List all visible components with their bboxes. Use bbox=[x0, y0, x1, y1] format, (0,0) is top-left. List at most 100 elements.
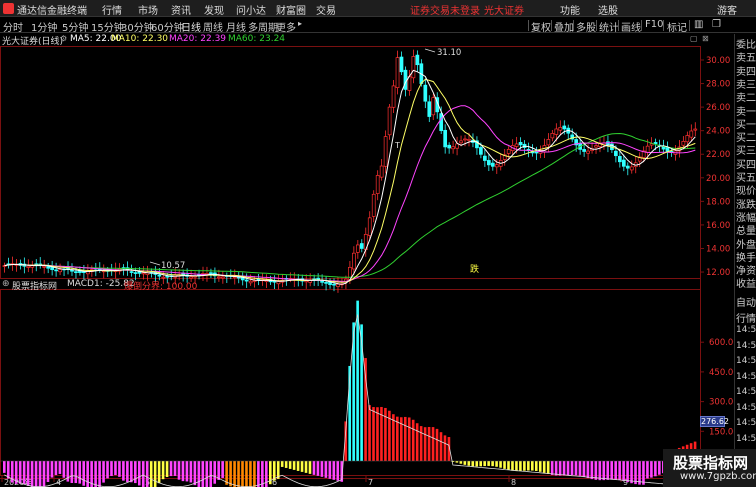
menu-stock-select[interactable]: 选股 bbox=[598, 2, 618, 17]
histogram-bar bbox=[50, 461, 54, 478]
tool-draw-line[interactable]: 画线 bbox=[621, 19, 641, 34]
histogram-bar bbox=[364, 358, 367, 461]
side-time-label: 自动 bbox=[736, 298, 756, 309]
histogram-bar bbox=[157, 461, 161, 484]
toolbar-divider bbox=[528, 20, 529, 31]
tool-adjust[interactable]: 复权 bbox=[531, 19, 551, 34]
high-marker-arrow bbox=[424, 48, 436, 53]
app-title: 通达信金融终端 bbox=[17, 6, 87, 17]
layout-icon[interactable]: ▥ bbox=[694, 19, 703, 30]
side-time-label: 14:56 bbox=[736, 433, 756, 444]
histogram-bar bbox=[118, 461, 121, 477]
settings-icon[interactable]: ⚙ bbox=[60, 34, 67, 43]
period-multi[interactable]: 多周期 bbox=[248, 19, 278, 34]
side-time-label: 14:56 bbox=[736, 371, 756, 382]
menu-quotes[interactable]: 行情 bbox=[102, 2, 122, 17]
histogram-bar bbox=[511, 461, 514, 471]
menu-news[interactable]: 资讯 bbox=[171, 2, 191, 17]
toolbar-divider bbox=[551, 20, 552, 31]
histogram-bar bbox=[316, 461, 320, 476]
histogram-bar bbox=[550, 461, 554, 475]
tool-statistics[interactable]: 统计 bbox=[599, 19, 619, 34]
candle-body bbox=[352, 252, 356, 270]
histogram-bar bbox=[487, 461, 490, 466]
menu-discover[interactable]: 发现 bbox=[204, 2, 224, 17]
menu-wenxiaoda[interactable]: 问小达 bbox=[236, 2, 266, 17]
histogram-bar bbox=[419, 426, 423, 461]
kline-chart-svg[interactable]: 30.00 28.00 26.00 24.00 22.00 20.00 18.00 16.00… bbox=[0, 0, 756, 487]
histogram-bar bbox=[324, 461, 328, 478]
histogram-bar bbox=[646, 461, 649, 479]
histogram-bar bbox=[542, 461, 546, 473]
period-weekly[interactable]: 周线 bbox=[203, 19, 223, 34]
candle-body bbox=[157, 274, 162, 277]
guest-user[interactable]: 游客 bbox=[717, 2, 737, 17]
chart-area[interactable]: 30.00 28.00 26.00 24.00 22.00 20.00 18.00 16.00… bbox=[0, 0, 756, 487]
ma20-label: MA20: 22.39 bbox=[169, 34, 227, 44]
ma5-line bbox=[4, 69, 696, 285]
tool-multi-stock[interactable]: 多股 bbox=[576, 19, 596, 34]
period-monthly[interactable]: 月线 bbox=[226, 19, 246, 34]
expand-icon[interactable]: ▢ bbox=[690, 34, 698, 43]
price-tick-label: 18.00 bbox=[706, 197, 730, 207]
candle-body bbox=[463, 138, 467, 141]
price-info-line: 光大证券(日线) ⚙ MA5: 22.00 MA10: 22.30 MA20: … bbox=[0, 34, 709, 47]
candle-body bbox=[379, 165, 384, 178]
histogram-bar bbox=[602, 461, 606, 481]
histogram-bar bbox=[280, 461, 284, 467]
tool-overlay[interactable]: 叠加 bbox=[554, 19, 574, 34]
candle-body bbox=[550, 132, 555, 139]
side-label: 收益 bbox=[736, 279, 756, 291]
trade-login-warning[interactable]: 证券交易未登录 bbox=[410, 2, 480, 17]
histogram-bar bbox=[141, 461, 145, 487]
histogram-bar bbox=[296, 461, 300, 471]
candle-body bbox=[586, 150, 590, 154]
period-fenshi[interactable]: 分时 bbox=[3, 19, 23, 34]
period-daily[interactable]: 日线 bbox=[181, 19, 201, 34]
histogram-bar bbox=[205, 461, 209, 487]
period-more[interactable]: 更多 bbox=[276, 19, 296, 34]
tool-mark[interactable]: 标记 bbox=[667, 19, 687, 34]
histogram-bar bbox=[443, 435, 447, 461]
histogram-bar bbox=[197, 461, 201, 487]
toolbar-divider bbox=[573, 20, 574, 31]
histogram-bar bbox=[523, 461, 526, 471]
broker-name[interactable]: 光大证券 bbox=[484, 2, 524, 17]
more-arrow-icon[interactable]: ▸ bbox=[298, 19, 302, 28]
menu-market[interactable]: 市场 bbox=[138, 2, 158, 17]
menu-function[interactable]: 功能 bbox=[560, 2, 580, 17]
window-icon[interactable]: ❐ bbox=[712, 19, 721, 30]
app-logo-icon bbox=[3, 3, 14, 14]
histogram-bar bbox=[435, 428, 439, 461]
menu-wealth[interactable]: 财富圈 bbox=[276, 2, 306, 17]
period-15min[interactable]: 15分钟 bbox=[91, 19, 124, 34]
candle-body bbox=[439, 113, 444, 132]
candle-body bbox=[26, 265, 31, 268]
histogram-bar bbox=[145, 461, 149, 487]
histogram-bar bbox=[372, 407, 375, 461]
period-1min[interactable]: 1分钟 bbox=[31, 19, 57, 34]
candle-body bbox=[661, 146, 666, 150]
histogram-bar bbox=[225, 461, 228, 485]
histogram-bar bbox=[332, 461, 336, 480]
histogram-bar bbox=[122, 461, 125, 481]
candle-body bbox=[54, 269, 58, 272]
period-5min[interactable]: 5分钟 bbox=[62, 19, 88, 34]
toolbar-divider bbox=[596, 20, 597, 31]
histogram-bar bbox=[328, 461, 332, 479]
menu-trade[interactable]: 交易 bbox=[316, 2, 336, 17]
histogram-bar bbox=[34, 461, 38, 487]
histogram-bar bbox=[507, 461, 510, 470]
price-tick-label: 20.00 bbox=[706, 174, 730, 184]
price-tick-label: 22.00 bbox=[706, 150, 730, 160]
tool-f10[interactable]: F10 bbox=[645, 19, 663, 30]
period-60min[interactable]: 60分钟 bbox=[151, 19, 184, 34]
close-icon[interactable]: ⊠ bbox=[702, 34, 709, 43]
candle-body bbox=[467, 139, 471, 141]
indicator-toggle-icon[interactable]: ⊕ bbox=[2, 279, 10, 289]
candle-body bbox=[562, 125, 567, 130]
histogram-bar bbox=[3, 461, 6, 473]
period-30min[interactable]: 30分钟 bbox=[121, 19, 154, 34]
candle-body bbox=[490, 162, 495, 167]
histogram-bar bbox=[110, 461, 113, 477]
